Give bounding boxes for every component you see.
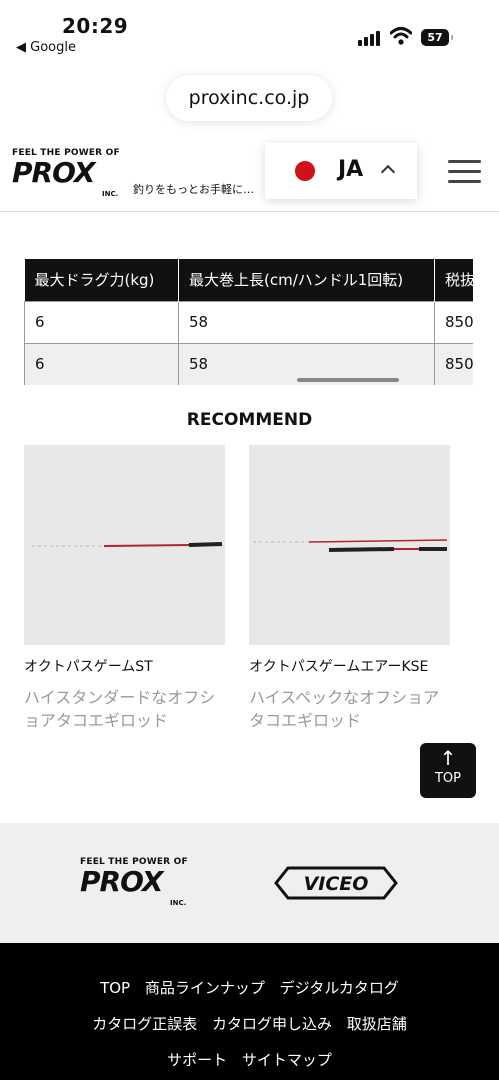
battery-icon: 57 xyxy=(421,29,453,46)
table-cell: 850 xyxy=(434,300,473,344)
logo-word: PROX xyxy=(80,865,163,898)
prox-brand-logo[interactable]: FEEL THE POWER OF PROX INC. xyxy=(80,857,192,907)
footer-link-catalog-request[interactable]: カタログ申し込み xyxy=(212,1015,332,1033)
recommend-heading: RECOMMEND xyxy=(186,410,313,430)
hamburger-menu-icon[interactable] xyxy=(448,160,481,184)
viceo-logo-shape: VICEO xyxy=(274,866,398,900)
fishing-rod-image xyxy=(32,542,223,547)
table-row: 6 58 850 xyxy=(24,300,473,344)
language-label: JA xyxy=(338,157,364,182)
language-selector[interactable]: JA xyxy=(265,143,417,199)
product-card[interactable]: オクトパスゲームエアーKSE ハイスペックなオフショアタコエギロッド xyxy=(249,445,450,732)
cellular-signal-icon xyxy=(358,30,382,46)
footer-links-row: TOP 商品ラインナップ デジタルカタログ xyxy=(0,977,499,998)
fishing-rod-image xyxy=(253,539,448,552)
table-cell: 6 xyxy=(24,300,179,344)
product-card[interactable]: オクトパスゲームST ハイスタンダードなオフショアタコエギロッド xyxy=(24,445,225,732)
table-header-cell: 税抜 xyxy=(434,259,473,301)
footer-link-support[interactable]: サポート xyxy=(167,1051,227,1069)
product-name: オクトパスゲームST xyxy=(24,659,153,675)
viceo-brand-logo[interactable]: VICEO xyxy=(272,865,400,901)
product-description: ハイスタンダードなオフショアタコエギロッド xyxy=(24,688,216,730)
prox-logo[interactable]: FEEL THE POWER OF PROX INC. xyxy=(12,148,124,198)
wifi-icon xyxy=(390,27,412,45)
logo-inc: INC. xyxy=(102,190,119,198)
footer-link-lineup[interactable]: 商品ラインナップ xyxy=(145,979,265,997)
viceo-wordmark: VICEO xyxy=(304,873,369,895)
product-description: ハイスペックなオフショアタコエギロッド xyxy=(249,688,440,730)
japan-flag-icon xyxy=(295,161,315,181)
footer-links-row: サポート サイトマップ xyxy=(0,1049,499,1070)
footer-link-digital-catalog[interactable]: デジタルカタログ xyxy=(280,979,399,997)
footer-link-catalog-errata[interactable]: カタログ正誤表 xyxy=(92,1015,197,1033)
brand-logos: FEEL THE POWER OF PROX INC. VICEO xyxy=(0,823,499,943)
logo-inc: INC. xyxy=(170,899,187,907)
table-cell: 58 xyxy=(178,300,435,344)
url-bar[interactable]: proxinc.co.jp xyxy=(166,75,332,121)
table-header-row: 最大ドラグ力(kg) 最大巻上長(cm/ハンドル1回転) 税抜 xyxy=(24,259,473,301)
catchphrase: 釣りをもっとお手軽に… xyxy=(133,183,254,196)
back-to-app-link[interactable]: ◀ Google xyxy=(16,40,76,55)
top-button-label: TOP xyxy=(434,771,461,786)
table-header-cell: 最大巻上長(cm/ハンドル1回転) xyxy=(178,259,435,301)
product-image xyxy=(24,445,225,645)
status-bar: 20:29 ◀ Google 57 xyxy=(0,0,499,62)
table-cell: 850 xyxy=(434,342,473,385)
spec-table[interactable]: 最大ドラグ力(kg) 最大巻上長(cm/ハンドル1回転) 税抜 6 58 850… xyxy=(24,259,473,385)
footer-link-stores[interactable]: 取扱店舗 xyxy=(347,1015,407,1033)
arrow-up-icon: ↑ xyxy=(439,746,457,770)
footer-link-sitemap[interactable]: サイトマップ xyxy=(242,1051,332,1069)
table-scrollbar[interactable] xyxy=(297,378,399,382)
logo-word: PROX xyxy=(12,156,95,189)
product-name: オクトパスゲームエアーKSE xyxy=(249,659,429,675)
table-header-cell: 最大ドラグ力(kg) xyxy=(24,259,179,301)
table-cell: 6 xyxy=(24,342,179,385)
back-to-top-button[interactable]: ↑ TOP xyxy=(420,743,476,798)
product-image xyxy=(249,445,450,645)
status-time: 20:29 xyxy=(62,14,129,38)
footer-link-top[interactable]: TOP xyxy=(100,979,130,997)
site-header: FEEL THE POWER OF PROX INC. 釣りをもっとお手軽に… … xyxy=(0,130,499,212)
table-row: 6 58 850 xyxy=(24,342,473,385)
site-footer: TOP 商品ラインナップ デジタルカタログ カタログ正誤表 カタログ申し込み 取… xyxy=(0,943,499,1080)
chevron-up-icon xyxy=(380,164,396,180)
footer-links-row: カタログ正誤表 カタログ申し込み 取扱店舗 xyxy=(0,1013,499,1034)
